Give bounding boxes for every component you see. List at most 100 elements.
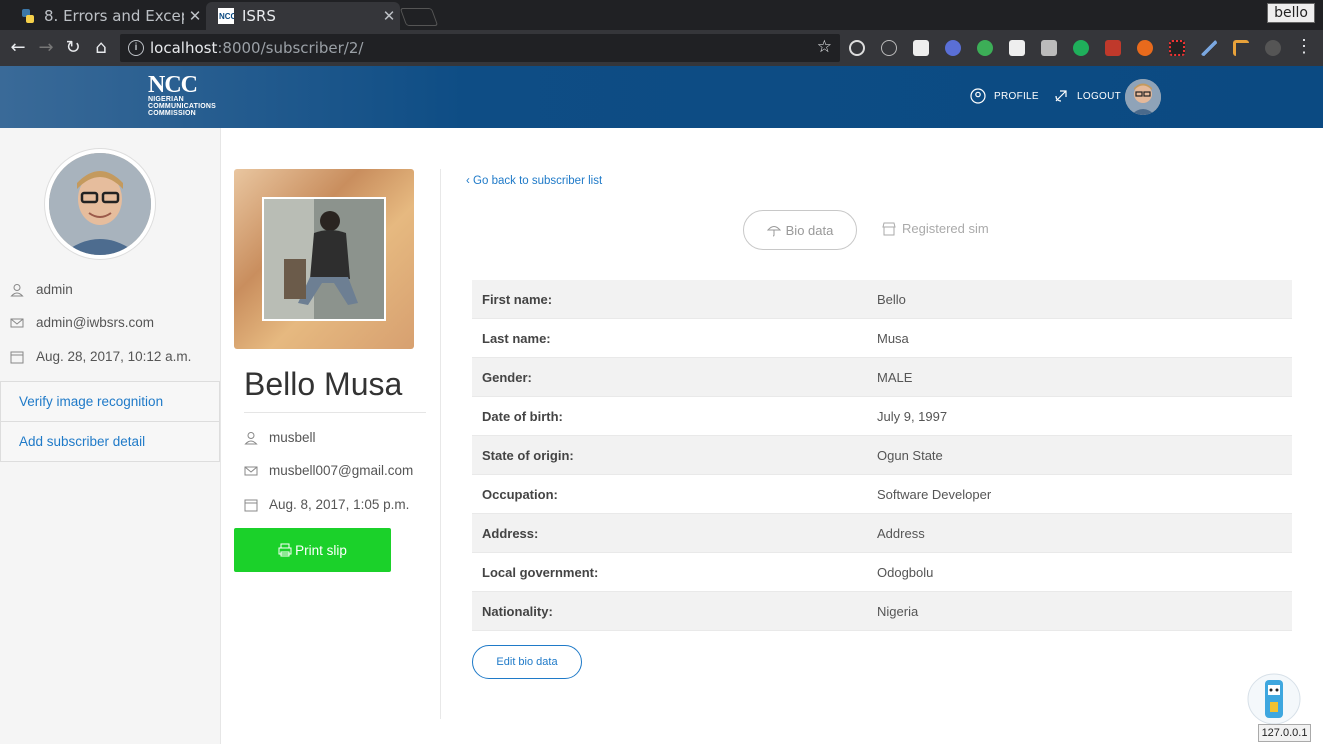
url-path: :8000/subscriber/2/: [217, 39, 364, 57]
calendar-icon: [244, 499, 258, 511]
puzzle-icon[interactable]: [913, 40, 929, 56]
field-value: Musa: [877, 330, 909, 346]
umbrella-icon: [766, 226, 781, 237]
subscriber-name: Bello Musa: [244, 366, 403, 402]
table-row: Nationality: Nigeria: [472, 592, 1292, 631]
color-icon[interactable]: [1169, 40, 1185, 56]
admin-username: admin: [10, 282, 73, 297]
profile-nav-link[interactable]: PROFILE: [970, 88, 1039, 104]
browser-tab-errors[interactable]: 8. Errors and Excep ✕: [8, 2, 206, 30]
reload-icon[interactable]: ↻: [61, 36, 85, 60]
a-icon[interactable]: [881, 40, 897, 56]
printer-icon: [278, 543, 292, 557]
subscriber-date: Aug. 8, 2017, 1:05 p.m.: [244, 497, 409, 512]
python-icon: [20, 8, 36, 24]
field-label: Gender:: [482, 369, 532, 385]
leaf-icon[interactable]: [1265, 40, 1281, 56]
browser-profile-badge[interactable]: bello: [1267, 3, 1315, 23]
mascot-widget-icon[interactable]: [1246, 672, 1302, 726]
r-icon[interactable]: [945, 40, 961, 56]
ncc-logo[interactable]: NCC NIGERIAN COMMUNICATIONS COMMISSION: [148, 73, 216, 120]
field-label: First name:: [482, 291, 553, 307]
name-divider: [244, 412, 426, 413]
target-icon[interactable]: [849, 40, 865, 56]
pen-icon[interactable]: [1201, 40, 1217, 56]
table-row: State of origin: Ogun State: [472, 436, 1292, 475]
browser-tab-isrs[interactable]: NCC ISRS ✕: [206, 2, 400, 30]
field-value: Odogbolu: [877, 564, 934, 580]
field-label: Local government:: [482, 564, 599, 580]
bio-data-table: First name: Bello Last name: Musa Gender: M…: [472, 280, 1292, 631]
new-tab-button[interactable]: [399, 8, 439, 26]
field-label: Address:: [482, 525, 539, 541]
admin-avatar: [45, 149, 155, 259]
user-icon: [10, 283, 24, 296]
envelope-icon: [10, 318, 24, 327]
url-host: localhost: [150, 39, 218, 57]
sidebar: admin admin@iwbsrs.com Aug. 28, 2017, 10…: [0, 128, 221, 744]
logout-icon: [1055, 90, 1067, 102]
store-icon: [882, 222, 896, 235]
field-value: Software Developer: [877, 486, 992, 502]
envelope-icon: [244, 466, 258, 475]
evernote-icon[interactable]: [1073, 40, 1089, 56]
tab-title: ISRS: [242, 7, 276, 25]
table-row: Gender: MALE: [472, 358, 1292, 397]
app-header: NCC NIGERIAN COMMUNICATIONS COMMISSION P…: [0, 66, 1323, 128]
tab-close-icon[interactable]: ✕: [378, 7, 400, 25]
home-icon[interactable]: ⌂: [89, 36, 113, 60]
table-row: Occupation: Software Developer: [472, 475, 1292, 514]
field-value: Nigeria: [877, 603, 919, 619]
subscriber-username: musbell: [244, 430, 316, 445]
dj-icon[interactable]: [1041, 40, 1057, 56]
field-value: Address: [877, 525, 925, 541]
forward-arrow-icon[interactable]: →: [34, 36, 58, 60]
browser-tabbar: 8. Errors and Excep ✕ NCC ISRS ✕ bello: [0, 0, 1323, 30]
subscriber-email: musbell007@gmail.com: [244, 463, 413, 478]
server-ip-label: 127.0.0.1: [1258, 724, 1311, 742]
dj-icon[interactable]: [1009, 40, 1025, 56]
field-label: Last name:: [482, 330, 551, 346]
d-icon[interactable]: [977, 40, 993, 56]
field-label: Date of birth:: [482, 408, 563, 424]
field-value: MALE: [877, 369, 913, 385]
site-info-icon[interactable]: i: [128, 40, 144, 56]
table-row: First name: Bello: [472, 280, 1292, 319]
field-label: Occupation:: [482, 486, 558, 502]
field-value: Ogun State: [877, 447, 943, 463]
admin-date: Aug. 28, 2017, 10:12 a.m.: [10, 349, 191, 364]
svg-text:NCC: NCC: [219, 12, 234, 21]
tool-icon[interactable]: [1233, 40, 1249, 56]
logout-nav-link[interactable]: LOGOUT: [1053, 88, 1121, 104]
print-slip-button[interactable]: Print slip: [234, 528, 391, 572]
verify-image-recognition-link[interactable]: Verify image recognition: [0, 381, 220, 422]
browser-toolbar: ← → ↻ ⌂ i localhost:8000/subscriber/2/ ☆…: [0, 30, 1323, 66]
field-value: Bello: [877, 291, 906, 307]
bookmark-star-icon[interactable]: ☆: [817, 37, 832, 57]
back-arrow-icon[interactable]: ←: [6, 36, 30, 60]
header-avatar[interactable]: [1125, 79, 1161, 115]
edit-bio-data-button[interactable]: Edit bio data: [472, 645, 582, 679]
browser-menu-icon[interactable]: ⋮: [1295, 36, 1313, 57]
user-icon: [244, 431, 258, 444]
tab-bio-data[interactable]: Bio data: [743, 210, 857, 250]
table-row: Last name: Musa: [472, 319, 1292, 358]
tab-registered-sim[interactable]: Registered sim: [882, 221, 989, 236]
back-to-list-link[interactable]: ‹ Go back to subscriber list: [466, 175, 602, 187]
add-subscriber-detail-link[interactable]: Add subscriber detail: [0, 421, 220, 462]
chevron-left-icon: ‹: [466, 175, 470, 187]
admin-email: admin@iwbsrs.com: [10, 315, 154, 330]
ncc-favicon: NCC: [218, 8, 237, 24]
printer-icon[interactable]: [1105, 40, 1121, 56]
calendar-icon: [10, 351, 24, 363]
tab-close-icon[interactable]: ✕: [184, 7, 206, 25]
table-row: Address: Address: [472, 514, 1292, 553]
address-bar[interactable]: i localhost:8000/subscriber/2/ ☆: [120, 34, 840, 62]
tab-title: 8. Errors and Excep: [44, 7, 184, 25]
column-divider: [440, 169, 441, 719]
table-row: Local government: Odogbolu: [472, 553, 1292, 592]
lifebuoy-icon[interactable]: [1137, 40, 1153, 56]
subscriber-photo: [234, 169, 414, 349]
user-circle-icon: [970, 88, 986, 104]
field-value: July 9, 1997: [877, 408, 948, 424]
